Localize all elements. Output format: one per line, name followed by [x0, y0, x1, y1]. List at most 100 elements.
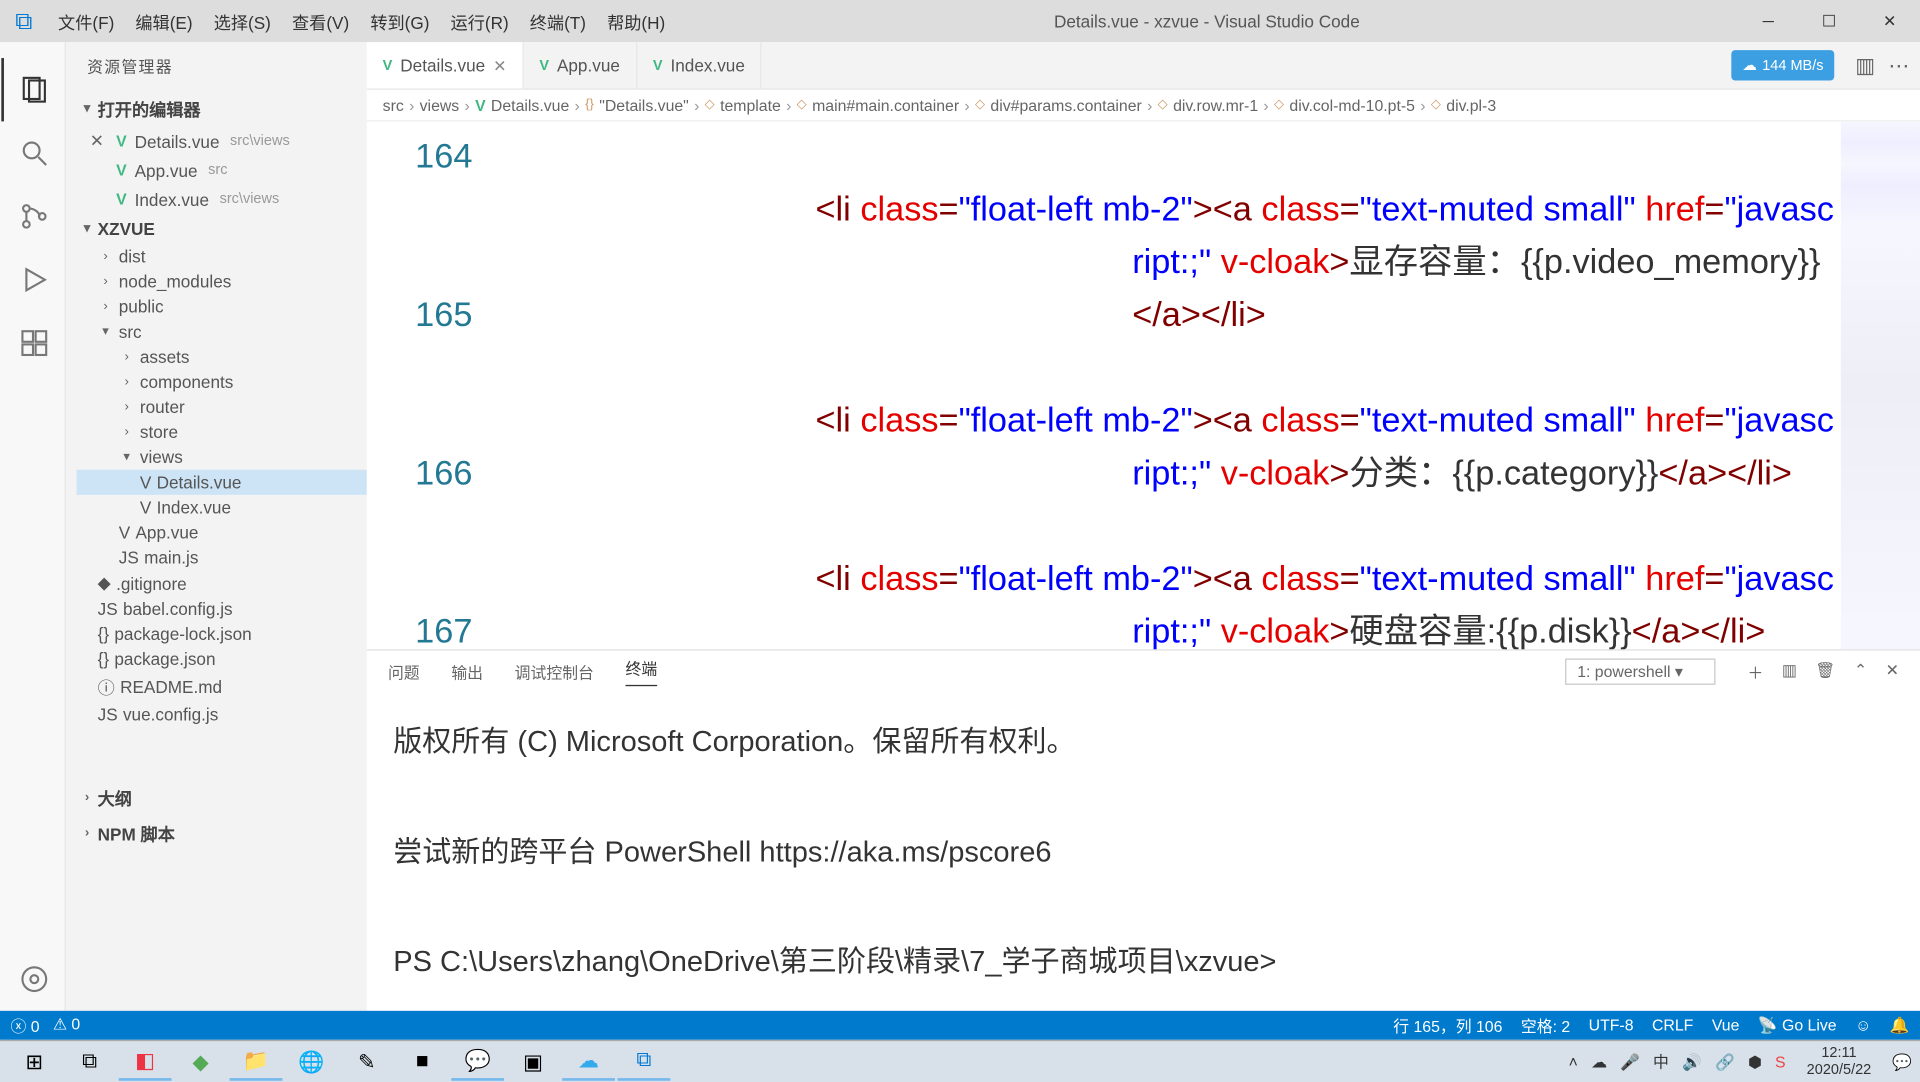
explorer-icon[interactable]	[1, 58, 64, 121]
tray-onedrive-icon[interactable]: ☁	[1591, 1052, 1607, 1070]
task-view-icon[interactable]: ⧉	[63, 1043, 116, 1080]
taskbar-app-2[interactable]: ◆	[174, 1043, 227, 1080]
taskbar-clock[interactable]: 12:112020/5/22	[1799, 1046, 1879, 1078]
npm-scripts-header[interactable]: ›NPM 脚本	[66, 816, 367, 852]
scm-icon[interactable]	[1, 185, 64, 248]
tray-network-icon[interactable]: 🔗	[1715, 1052, 1735, 1070]
menu-help[interactable]: 帮助(H)	[597, 9, 676, 34]
status-ln-col[interactable]: 行 165，列 106	[1393, 1014, 1502, 1036]
status-feedback-icon[interactable]: ☺	[1855, 1016, 1871, 1034]
close-icon[interactable]: ✕	[90, 131, 108, 152]
open-editor-details[interactable]: ✕VDetails.vuesrc\views	[66, 127, 367, 156]
project-header[interactable]: ▾XZVUE	[66, 214, 367, 244]
close-button[interactable]: ✕	[1859, 0, 1920, 42]
folder-components[interactable]: ›components	[77, 369, 367, 394]
file-vue-config[interactable]: JSvue.config.js	[77, 702, 367, 727]
tray-mic-icon[interactable]: 🎤	[1620, 1052, 1640, 1070]
taskbar-chrome[interactable]: 🌐	[285, 1043, 338, 1080]
close-panel-icon[interactable]: ✕	[1886, 660, 1899, 682]
menu-file[interactable]: 文件(F)	[48, 9, 125, 34]
split-terminal-icon[interactable]: ▥	[1782, 660, 1797, 682]
tray-sogou-icon[interactable]: S	[1775, 1052, 1786, 1070]
status-spaces[interactable]: 空格: 2	[1521, 1014, 1570, 1036]
taskbar-app-5[interactable]: ☁	[562, 1043, 615, 1080]
taskbar-explorer[interactable]: 📁	[230, 1043, 283, 1080]
folder-assets[interactable]: ›assets	[77, 344, 367, 369]
file-readme[interactable]: ⓘREADME.md	[77, 672, 367, 702]
open-editor-app[interactable]: ✕VApp.vuesrc	[66, 156, 367, 185]
kill-terminal-icon[interactable]: 🗑	[1815, 660, 1835, 682]
file-package-lock[interactable]: {}package-lock.json	[77, 622, 367, 647]
panel-tab-debug[interactable]: 调试控制台	[515, 660, 594, 682]
sync-badge[interactable]: ☁ 144 MB/s	[1732, 50, 1834, 80]
taskbar-app-3[interactable]: ✎	[340, 1043, 393, 1080]
folder-public[interactable]: ›public	[77, 294, 367, 319]
open-editor-index[interactable]: ✕VIndex.vuesrc\views	[66, 185, 367, 214]
tray-chevron-icon[interactable]: ˄	[1569, 1052, 1578, 1070]
extensions-icon[interactable]	[1, 311, 64, 374]
tray-app-icon[interactable]: ⬢	[1748, 1052, 1762, 1070]
search-icon[interactable]	[1, 121, 64, 184]
taskbar-terminal[interactable]: ▣	[507, 1043, 560, 1080]
menu-goto[interactable]: 转到(G)	[360, 9, 440, 34]
tab-details[interactable]: VDetails.vue✕	[367, 42, 524, 88]
system-tray[interactable]: ˄ ☁ 🎤 中 🔊 🔗 ⬢ S 12:112020/5/22 💬	[1569, 1046, 1912, 1078]
folder-router[interactable]: ›router	[77, 395, 367, 420]
open-editors-header[interactable]: ▾打开的编辑器	[66, 91, 367, 127]
folder-views[interactable]: ▾views	[77, 445, 367, 470]
status-encoding[interactable]: UTF-8	[1589, 1016, 1634, 1034]
status-golive[interactable]: 📡 Go Live	[1758, 1016, 1837, 1034]
folder-src[interactable]: ▾src	[77, 319, 367, 344]
settings-icon[interactable]	[1, 947, 64, 1010]
code-editor[interactable]: 164 165 166 167 168 <li class="float-lef…	[367, 121, 1920, 649]
status-eol[interactable]: CRLF	[1652, 1016, 1693, 1034]
close-icon[interactable]: ✕	[493, 56, 506, 74]
menu-select[interactable]: 选择(S)	[203, 9, 281, 34]
tab-index[interactable]: VIndex.vue	[637, 42, 762, 88]
status-language[interactable]: Vue	[1712, 1016, 1740, 1034]
menu-view[interactable]: 查看(V)	[281, 9, 359, 34]
menu-terminal[interactable]: 终端(T)	[519, 9, 596, 34]
terminal-body[interactable]: 版权所有 (C) Microsoft Corporation。保留所有权利。 尝…	[367, 693, 1920, 1011]
file-package-json[interactable]: {}package.json	[77, 647, 367, 672]
file-details-vue[interactable]: VDetails.vue	[77, 470, 367, 495]
taskbar-wechat[interactable]: 💬	[451, 1043, 504, 1080]
split-editor-icon[interactable]: ▥	[1855, 52, 1875, 78]
panel-tab-terminal[interactable]: 终端	[626, 657, 658, 686]
menu-run[interactable]: 运行(R)	[440, 9, 519, 34]
tray-ime-icon[interactable]: 中	[1653, 1050, 1669, 1072]
folder-store[interactable]: ›store	[77, 420, 367, 445]
taskbar-vscode[interactable]: ⧉	[618, 1043, 671, 1080]
taskbar-app-1[interactable]: ◧	[119, 1043, 172, 1080]
breadcrumb[interactable]: src› views› VDetails.vue› {}"Details.vue…	[367, 90, 1920, 122]
status-errors[interactable]: ⓧ 0	[11, 1014, 40, 1036]
tab-app[interactable]: VApp.vue	[524, 42, 638, 88]
outline-header[interactable]: ›大纲	[66, 780, 367, 816]
new-terminal-icon[interactable]: ＋	[1748, 660, 1764, 682]
folder-dist[interactable]: ›dist	[77, 244, 367, 269]
terminal-select[interactable]: 1: powershell ▾	[1565, 659, 1716, 685]
file-index-vue[interactable]: VIndex.vue	[77, 495, 367, 520]
menu-edit[interactable]: 编辑(E)	[125, 9, 203, 34]
more-icon[interactable]: ⋯	[1888, 52, 1909, 78]
start-button[interactable]: ⊞	[8, 1043, 61, 1080]
file-gitignore[interactable]: ◆.gitignore	[77, 570, 367, 596]
status-bell-icon[interactable]: 🔔	[1890, 1016, 1910, 1034]
file-main-js[interactable]: JSmain.js	[77, 545, 367, 570]
debug-icon[interactable]	[1, 248, 64, 311]
status-bar: ⓧ 0 ⚠ 0 行 165，列 106 空格: 2 UTF-8 CRLF Vue…	[0, 1011, 1920, 1040]
minimize-button[interactable]: ─	[1738, 0, 1799, 42]
status-warnings[interactable]: ⚠ 0	[53, 1014, 80, 1036]
tray-volume-icon[interactable]: 🔊	[1682, 1052, 1702, 1070]
code-body[interactable]: <li class="float-left mb-2"><a class="te…	[499, 121, 1841, 649]
folder-node-modules[interactable]: ›node_modules	[77, 269, 367, 294]
file-app-vue[interactable]: VApp.vue	[77, 520, 367, 545]
maximize-button[interactable]: ☐	[1799, 0, 1860, 42]
tray-notifications-icon[interactable]: 💬	[1892, 1052, 1912, 1070]
maximize-panel-icon[interactable]: ⌃	[1854, 660, 1867, 682]
panel-tab-output[interactable]: 输出	[451, 660, 483, 682]
panel-tab-problems[interactable]: 问题	[388, 660, 420, 682]
taskbar-app-4[interactable]: ■	[396, 1043, 449, 1080]
file-babel-config[interactable]: JSbabel.config.js	[77, 596, 367, 621]
minimap[interactable]	[1841, 121, 1920, 649]
